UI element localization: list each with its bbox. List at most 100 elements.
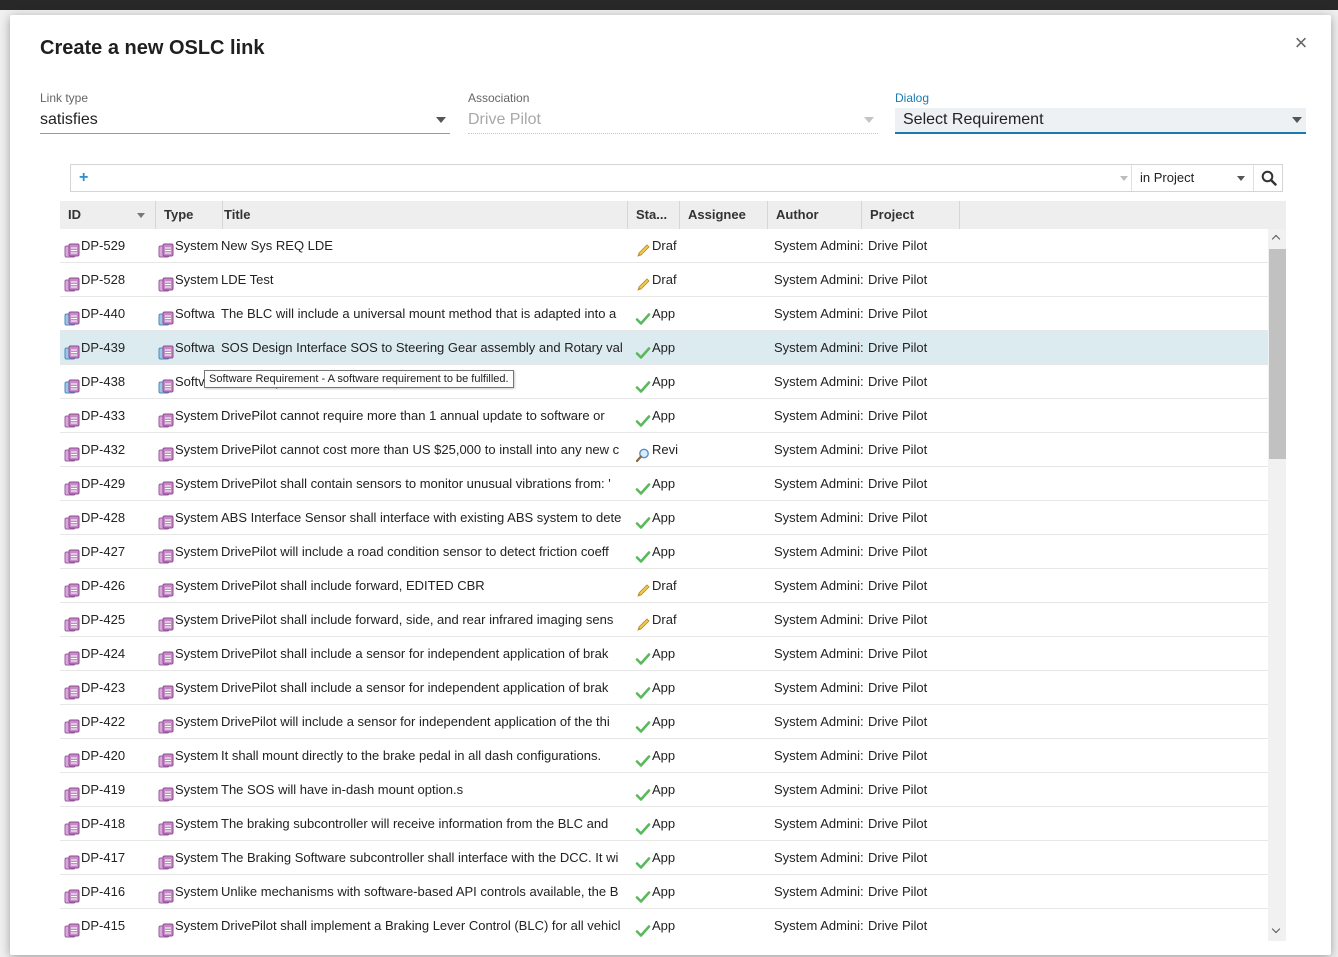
row-type: System xyxy=(158,807,220,840)
row-status: App xyxy=(635,705,705,738)
row-id-text: DP-419 xyxy=(81,782,126,797)
row-type-text: System xyxy=(175,612,219,627)
requirement-type-icon xyxy=(158,612,174,632)
row-type: Softwa xyxy=(158,297,220,330)
row-status: Revi xyxy=(635,433,705,466)
link-type-value[interactable]: satisfies xyxy=(40,108,450,134)
column-header-type[interactable]: Type xyxy=(156,201,214,229)
row-project: Drive Pilot xyxy=(868,578,928,593)
row-type-text: System xyxy=(175,884,219,899)
column-header-title[interactable]: Title xyxy=(216,201,628,229)
table-row[interactable]: DP-419 System The SOS will have in-dash mo… xyxy=(60,773,1268,807)
row-project: Drive Pilot xyxy=(868,816,928,831)
table-row[interactable]: DP-427 System DrivePilot will include a ro… xyxy=(60,535,1268,569)
check-icon xyxy=(635,714,651,733)
row-status-text: App xyxy=(652,884,676,899)
row-id-text: DP-433 xyxy=(81,408,126,423)
requirement-icon xyxy=(64,238,80,258)
row-id: DP-426 xyxy=(64,569,156,602)
association-value: Drive Pilot xyxy=(468,108,878,134)
association-text: Drive Pilot xyxy=(468,111,541,128)
row-id-text: DP-423 xyxy=(81,680,126,695)
column-header-id[interactable]: ID xyxy=(60,201,156,229)
table-row[interactable]: DP-440 Softwa The BLC will include a unive… xyxy=(60,297,1268,331)
add-filter-button[interactable]: + xyxy=(79,170,93,186)
chevron-down-icon xyxy=(1237,176,1245,181)
close-button[interactable]: × xyxy=(1289,31,1313,55)
row-author: System Admini: xyxy=(774,374,864,389)
requirement-icon xyxy=(64,578,80,598)
requirement-icon xyxy=(64,340,80,360)
table-row[interactable]: DP-428 System ABS Interface Sensor shall i… xyxy=(60,501,1268,535)
column-header-project[interactable]: Project xyxy=(862,201,960,229)
requirement-type-icon xyxy=(158,782,174,802)
link-type-select[interactable]: Link type satisfies xyxy=(40,91,450,139)
row-id-text: DP-438 xyxy=(81,374,126,389)
row-project: Drive Pilot xyxy=(868,272,928,287)
requirement-type-icon xyxy=(158,272,174,292)
vertical-scrollbar[interactable] xyxy=(1268,229,1286,941)
pencil-icon xyxy=(635,272,651,291)
search-button[interactable] xyxy=(1253,165,1283,191)
table-row[interactable]: DP-529 System New Sys REQ LDE Draf System Ad… xyxy=(60,229,1268,263)
requirement-icon xyxy=(64,816,80,836)
table-row[interactable]: DP-422 System DrivePilot will include a se… xyxy=(60,705,1268,739)
row-author: System Admini: xyxy=(774,782,864,797)
table-row[interactable]: DP-423 System DrivePilot shall include a s… xyxy=(60,671,1268,705)
row-status: Draf xyxy=(635,603,705,636)
row-status-text: App xyxy=(652,714,676,729)
row-id-text: DP-422 xyxy=(81,714,126,729)
row-id-text: DP-418 xyxy=(81,816,126,831)
row-type: System xyxy=(158,875,220,908)
table-row[interactable]: DP-528 System LDE Test Draf System Admini: Dr… xyxy=(60,263,1268,297)
chevron-down-icon xyxy=(1292,117,1302,123)
check-icon xyxy=(635,340,651,359)
dialog-value[interactable]: Select Requirement xyxy=(895,108,1306,134)
magnifier-icon xyxy=(635,442,651,462)
row-type-text: System xyxy=(175,782,219,797)
row-project: Drive Pilot xyxy=(868,442,928,457)
column-header-author[interactable]: Author xyxy=(768,201,862,229)
row-status: App xyxy=(635,365,705,398)
table-row[interactable]: DP-416 System Unlike mechanisms with softw… xyxy=(60,875,1268,909)
row-author: System Admini: xyxy=(774,646,864,661)
table-row[interactable]: DP-426 System DrivePilot shall include for… xyxy=(60,569,1268,603)
row-status-text: App xyxy=(652,850,676,865)
column-header-assignee[interactable]: Assignee xyxy=(680,201,768,229)
table-row[interactable]: DP-425 System DrivePilot shall include for… xyxy=(60,603,1268,637)
row-type: System xyxy=(158,535,220,568)
row-type: System xyxy=(158,263,220,296)
column-header-status[interactable]: Sta... xyxy=(628,201,680,229)
table-row[interactable]: DP-420 System It shall mount directly to t… xyxy=(60,739,1268,773)
row-title: DrivePilot shall implement a Braking Lev… xyxy=(221,918,621,933)
scrollbar-thumb[interactable] xyxy=(1269,249,1286,459)
row-project: Drive Pilot xyxy=(868,238,928,253)
scroll-down-arrow-icon[interactable] xyxy=(1268,923,1286,939)
row-project: Drive Pilot xyxy=(868,646,928,661)
requirement-type-icon xyxy=(158,544,174,564)
row-author: System Admini: xyxy=(774,884,864,899)
row-title: SOS Design Interface SOS to Steering Gea… xyxy=(221,340,623,355)
check-icon xyxy=(635,408,651,427)
table-row[interactable]: DP-417 System The Braking Software subcont… xyxy=(60,841,1268,875)
table-row[interactable]: DP-439 Softwa SOS Design Interface SOS to … xyxy=(60,331,1268,365)
row-type-text: System xyxy=(175,918,219,933)
row-id: DP-415 xyxy=(64,909,156,941)
row-id-text: DP-417 xyxy=(81,850,126,865)
table-row[interactable]: DP-429 System DrivePilot shall contain sen… xyxy=(60,467,1268,501)
row-project: Drive Pilot xyxy=(868,374,928,389)
table-row[interactable]: DP-432 System DrivePilot cannot cost more … xyxy=(60,433,1268,467)
scope-select[interactable]: in Project xyxy=(1131,165,1251,191)
filter-dropdown-icon[interactable] xyxy=(1120,176,1128,181)
table-row[interactable]: DP-433 System DrivePilot cannot require mo… xyxy=(60,399,1268,433)
requirement-type-icon xyxy=(158,680,174,700)
scroll-up-arrow-icon[interactable] xyxy=(1268,231,1286,247)
row-id: DP-433 xyxy=(64,399,156,432)
pencil-icon xyxy=(635,578,651,597)
table-row[interactable]: DP-418 System The braking subcontroller wi… xyxy=(60,807,1268,841)
table-row[interactable]: DP-424 System DrivePilot shall include a s… xyxy=(60,637,1268,671)
dialog-select[interactable]: Dialog Select Requirement xyxy=(895,91,1306,139)
sort-desc-icon xyxy=(137,213,145,218)
row-type-text: Softwa xyxy=(175,306,215,321)
table-row[interactable]: DP-415 System DrivePilot shall implement a… xyxy=(60,909,1268,941)
